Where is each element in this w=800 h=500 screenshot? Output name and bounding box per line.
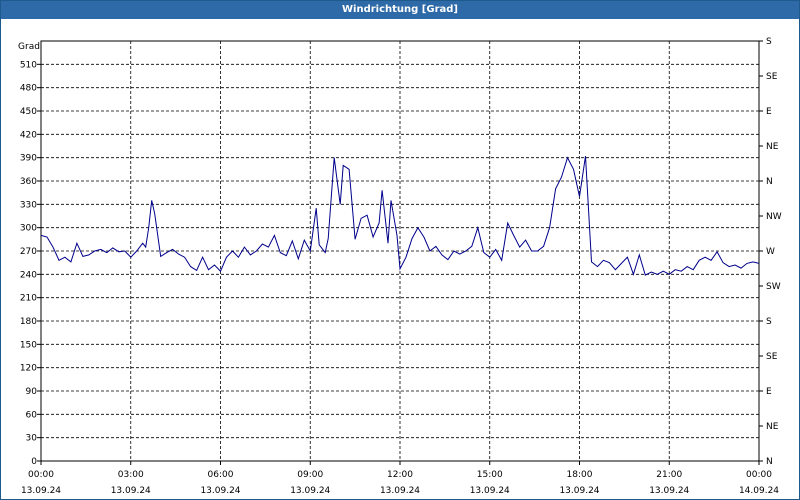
y-tick-label: 60 [26,410,38,420]
x-tick-date: 13.09.24 [649,486,689,496]
x-tick-time: 00:00 [28,470,54,480]
x-tick-date: 14.09.24 [739,486,779,496]
y-tick-label: 90 [26,387,38,397]
x-tick-time: 03:00 [118,470,144,480]
compass-tick-label: E [766,387,772,397]
compass-tick-label: SW [766,282,781,292]
compass-tick-label: N [766,457,773,467]
x-tick-time: 00:00 [746,470,772,480]
y-tick-label: 510 [20,60,37,70]
y-tick-label: 360 [20,177,37,187]
compass-tick-label: E [766,107,772,117]
x-tick-date: 13.09.24 [200,486,240,496]
y-tick-label: 300 [20,224,37,234]
compass-tick-label: NE [766,422,779,432]
y-tick-label: 150 [20,340,37,350]
y-tick-label: 450 [20,107,37,117]
compass-tick-label: NW [766,212,782,222]
x-tick-date: 13.09.24 [559,486,599,496]
chart-window: Windrichtung [Grad] 0 30 60 90 120 150 180 210 2… [0,0,800,500]
compass-tick-label: SE [766,352,778,362]
y-tick-label: 0 [31,457,37,467]
compass-tick-label: NE [766,142,779,152]
y-tick-label: 390 [20,154,37,164]
x-tick-time: 15:00 [477,470,503,480]
wind-direction-chart: 0 30 60 90 120 150 180 210 240 270 300 330 360 390 420… [18,37,782,496]
x-tick-time: 09:00 [297,470,323,480]
grid-layer [41,41,759,461]
y-tick-label: 240 [20,270,37,280]
y-axis-label: Grad [18,42,40,52]
x-tick-date: 13.09.24 [21,486,61,496]
x-tick-date: 13.09.24 [470,486,510,496]
y-tick-label: 480 [20,84,37,94]
y-tick-label: 30 [26,434,38,444]
compass-tick-label: S [766,37,772,47]
x-tick-time: 18:00 [567,470,593,480]
compass-tick-label: W [766,247,775,257]
compass-tick-label: S [766,317,772,327]
x-tick-date: 13.09.24 [290,486,330,496]
x-tick-time: 21:00 [656,470,682,480]
y-tick-label: 270 [20,247,37,257]
y-tick-label: 330 [20,200,37,210]
compass-tick-label: N [766,177,773,187]
y-tick-label: 210 [20,294,37,304]
x-tick-date: 13.09.24 [380,486,420,496]
x-tick-time: 12:00 [387,470,413,480]
compass-tick-label: SE [766,72,778,82]
y-tick-label: 180 [20,317,37,327]
y-tick-label: 420 [20,130,37,140]
y-tick-label: 120 [20,364,37,374]
x-tick-time: 06:00 [208,470,234,480]
x-tick-date: 13.09.24 [111,486,151,496]
